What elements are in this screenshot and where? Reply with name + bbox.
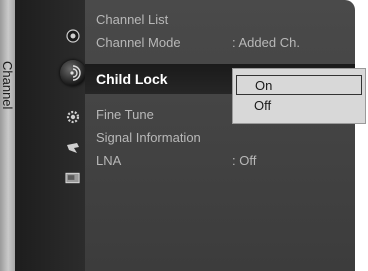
icon-column: [15, 0, 86, 271]
application-icon[interactable]: [65, 170, 81, 186]
menu-item-signal-information[interactable]: Signal Information: [96, 130, 201, 145]
dropdown-option-on[interactable]: On: [236, 75, 362, 95]
side-tab-label: Channel: [0, 60, 15, 110]
menu-item-child-lock[interactable]: Child Lock: [96, 71, 168, 87]
child-lock-dropdown[interactable]: On Off: [232, 68, 366, 124]
input-icon[interactable]: [65, 140, 81, 156]
picture-icon[interactable]: [65, 28, 81, 44]
channel-mode-value: : Added Ch.: [232, 35, 300, 50]
side-tab: Channel: [0, 0, 15, 271]
dropdown-option-off[interactable]: Off: [236, 96, 362, 116]
menu-item-fine-tune[interactable]: Fine Tune: [96, 107, 154, 122]
setup-icon[interactable]: [65, 109, 81, 125]
menu-item-lna[interactable]: LNA: [96, 153, 121, 168]
menu-panel: Channel Channel List Channel Mode: Adde…: [0, 0, 355, 271]
lna-value: : Off: [232, 153, 257, 168]
channel-icon[interactable]: [60, 60, 86, 86]
menu-item-channel-mode[interactable]: Channel Mode: [96, 35, 181, 50]
menu-item-channel-list[interactable]: Channel List: [96, 12, 168, 27]
